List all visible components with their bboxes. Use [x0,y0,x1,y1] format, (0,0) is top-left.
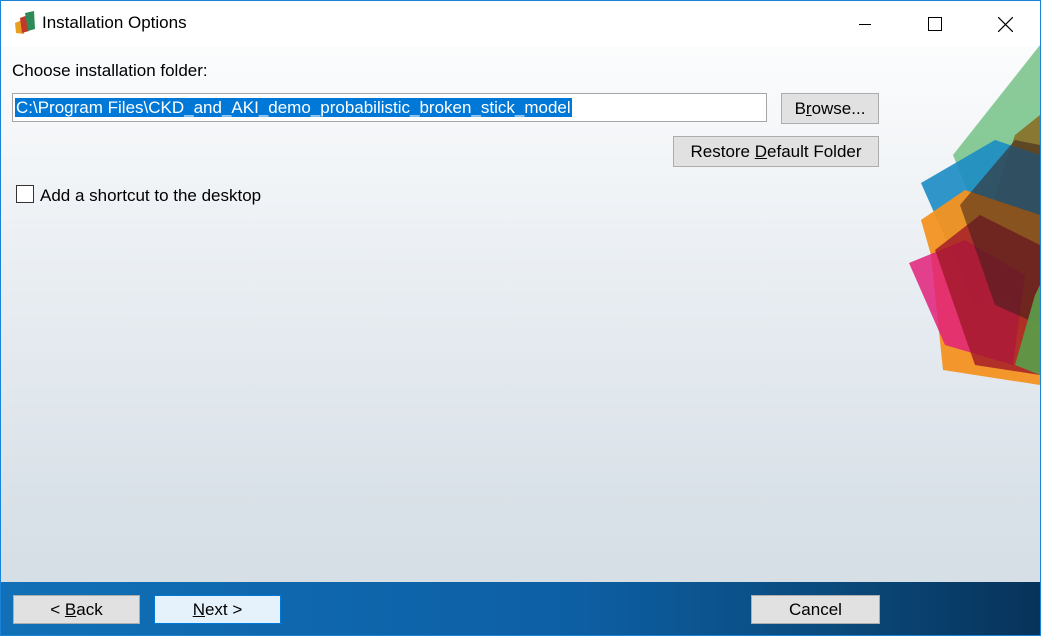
folder-label: Choose installation folder: [12,61,208,80]
footer-bar: < Back Next > Cancel [1,582,1040,635]
minimize-button[interactable] [830,1,900,47]
restore-default-folder-button[interactable]: Restore Default Folder [673,136,879,167]
next-button[interactable]: Next > [154,595,281,624]
cancel-button[interactable]: Cancel [751,595,880,624]
desktop-shortcut-checkbox[interactable] [16,185,34,203]
minimize-icon [859,24,871,25]
maximize-button[interactable] [900,1,970,47]
close-button[interactable] [970,1,1040,47]
restore-label-mnemonic: D [754,141,768,161]
next-label-end: ext > [204,599,243,619]
close-icon [997,16,1013,32]
install-path-value: C:\Program Files\CKD_and_AKI_demo_probab… [15,98,572,117]
desktop-shortcut-label[interactable]: Add a shortcut to the desktop [40,186,261,206]
back-label-mnemonic: B [64,599,77,619]
restore-label-start: Restore [690,141,755,161]
back-label-start: < [50,599,65,619]
maximize-icon [928,17,942,31]
window-title: Installation Options [42,13,187,32]
browse-label-start: B [794,98,806,118]
back-label-end: ack [76,599,103,619]
app-logo-icon [15,11,35,34]
installer-window: Installation Options Choose installation… [0,0,1041,636]
browse-label-end: owse... [811,98,866,118]
next-label-mnemonic: N [192,599,205,619]
cancel-label: Cancel [789,599,842,619]
back-button[interactable]: < Back [13,595,140,624]
install-path-input[interactable]: C:\Program Files\CKD_and_AKI_demo_probab… [12,93,767,122]
browse-button[interactable]: Br owse... [781,93,879,124]
restore-label-end: efault Folder [767,141,862,161]
decorative-graphic [909,45,1040,385]
title-bar[interactable]: Installation Options [1,1,1040,47]
